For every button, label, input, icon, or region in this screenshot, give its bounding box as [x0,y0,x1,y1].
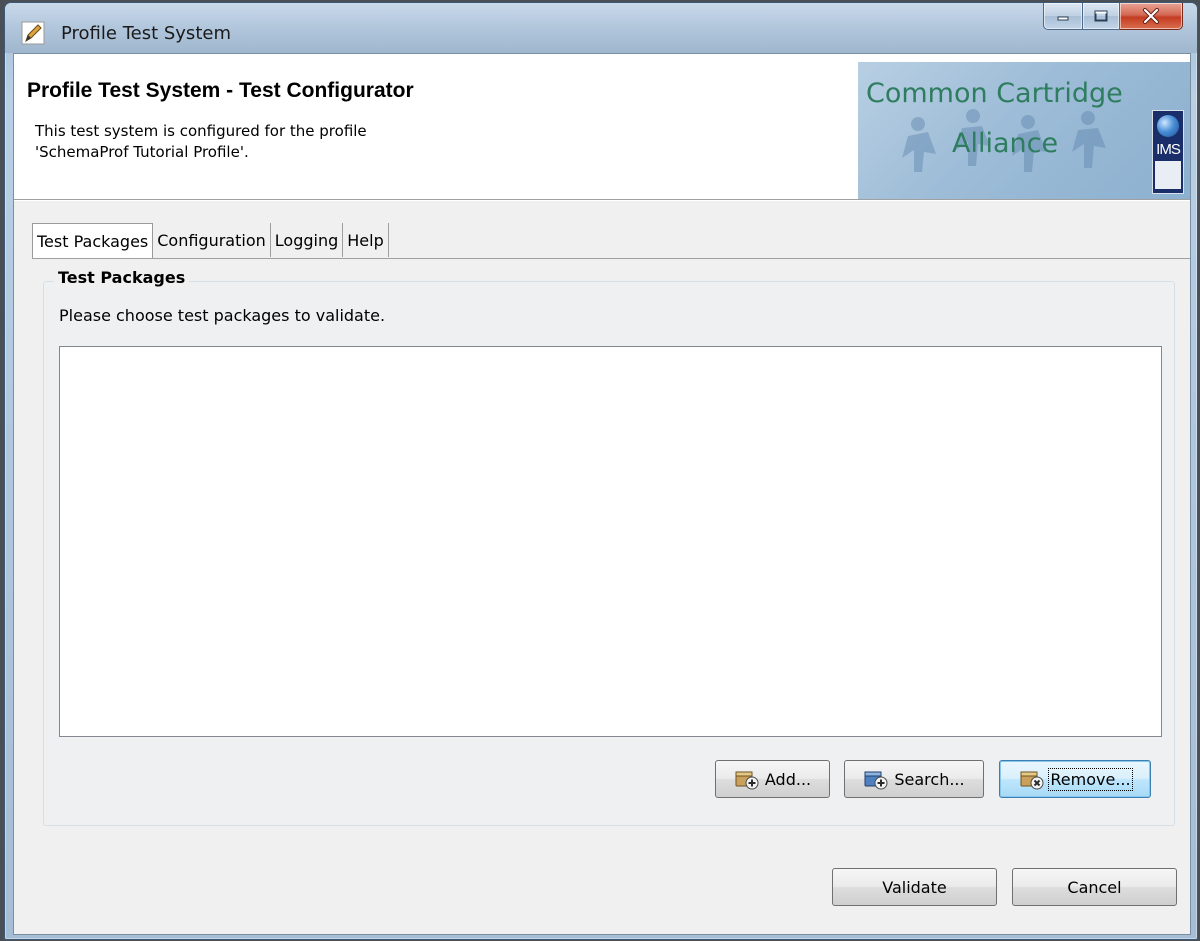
minimize-button[interactable] [1043,3,1083,30]
tab-help[interactable]: Help [343,223,389,257]
remove-button[interactable]: Remove... [999,760,1151,798]
validate-button[interactable]: Validate [832,868,997,906]
main-window: Profile Test System Profile Test System … [4,2,1198,940]
window-title: Profile Test System [61,23,231,44]
close-icon [1143,8,1159,24]
minimize-icon [1057,16,1069,21]
globe-icon [1157,115,1179,137]
add-button[interactable]: Add... [715,760,830,798]
remove-button-label: Remove... [1048,767,1133,791]
ims-badge-text: IMS [1156,141,1181,158]
profile-description: This test system is configured for the p… [35,122,367,161]
close-button[interactable] [1120,3,1183,30]
header-divider-highlight [14,200,1190,201]
cancel-button-label: Cancel [1067,877,1122,897]
dialog-client-area: Profile Test System - Test Configurator … [13,53,1191,935]
tab-baseline [32,258,1190,259]
validate-button-label: Validate [882,877,947,897]
pencil-icon [21,21,45,45]
ims-badge: IMS [1152,110,1184,194]
tab-test-packages[interactable]: Test Packages [32,223,154,259]
logo-text-line1: Common Cartridge [866,78,1123,109]
tab-configuration[interactable]: Configuration [153,223,271,257]
maximize-button[interactable] [1083,3,1120,30]
ims-badge-tagline [1155,161,1181,189]
tab-logging[interactable]: Logging [271,223,344,257]
search-button-label: Search... [894,769,965,789]
common-cartridge-logo: Common Cartridge Alliance IMS [858,62,1190,199]
cancel-button[interactable]: Cancel [1012,868,1177,906]
dialog-header: Profile Test System - Test Configurator … [14,54,1190,199]
add-button-label: Add... [764,769,812,789]
title-bar[interactable]: Profile Test System [5,3,1197,53]
test-package-list[interactable] [59,346,1162,737]
package-remove-icon [1019,768,1045,790]
search-button[interactable]: Search... [844,760,984,798]
tab-bar: Test Packages Configuration Logging Help [32,223,389,259]
logo-text-line2: Alliance [952,128,1059,159]
group-title: Test Packages [54,268,190,287]
instructions-text: Please choose test packages to validate. [59,306,386,325]
package-add-icon [734,768,760,790]
page-title: Profile Test System - Test Configurator [27,79,414,102]
package-search-icon [863,768,889,790]
maximize-icon [1094,10,1108,22]
